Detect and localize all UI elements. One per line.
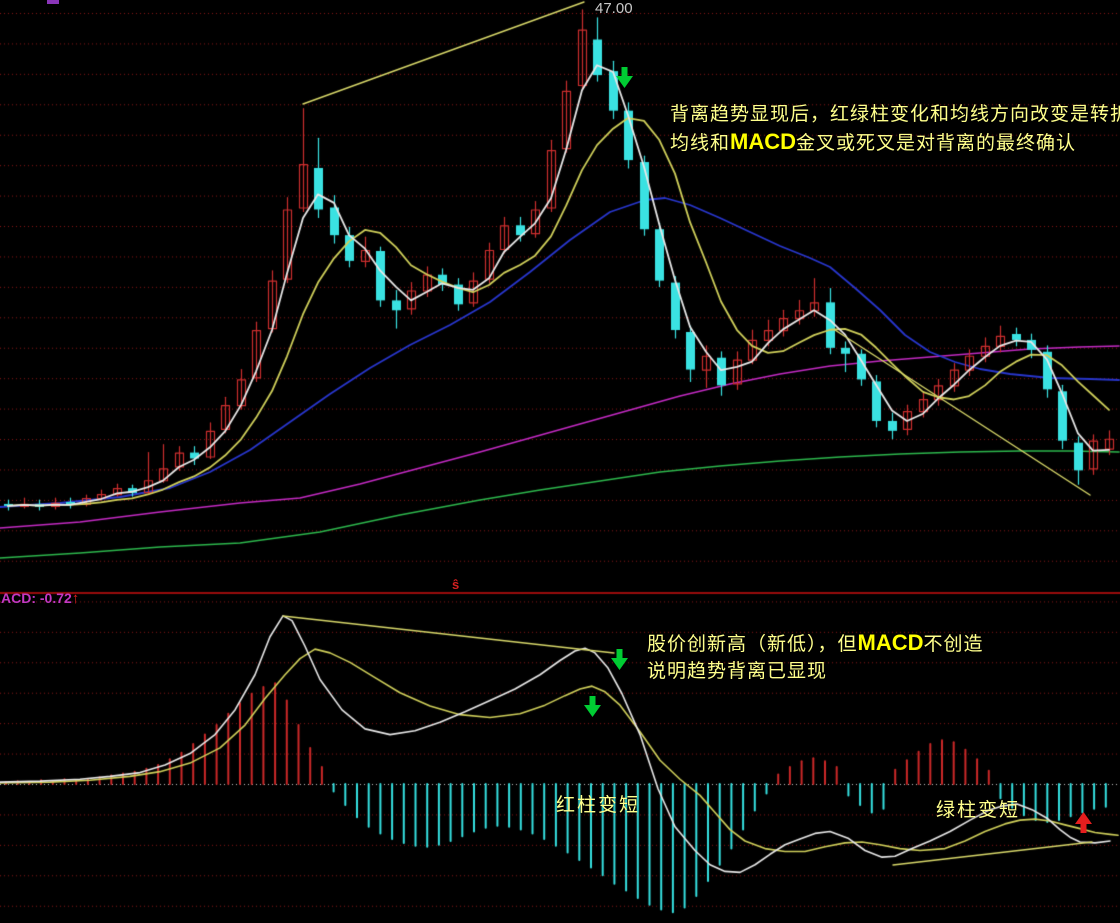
stock-chart-screen: 47.00 背离趋势显现后，红绿柱变化和均线方向改变是转折点 均线和MACD金叉… <box>0 0 1120 923</box>
annotation-line: 说明趋势背离已显现 <box>647 658 984 685</box>
annotation-text: 说明趋势背离已显现 <box>647 661 827 682</box>
top-cursor-marker <box>47 0 59 4</box>
macd-value-label: ACD: -0.72↑ <box>1 590 79 607</box>
macd-up-arrow-icon: ↑ <box>72 590 80 607</box>
annotation-text: 不创造 <box>924 634 984 655</box>
annotation-line: 均线和MACD金叉或死叉是对背离的最终确认 <box>670 128 1120 157</box>
annotation-line: 股价创新高（新低），但MACD不创造 <box>647 629 984 658</box>
annotation-text: 背离趋势显现后，红绿柱变化和均线方向改变是转折点 <box>670 104 1120 125</box>
label-red-bars-shorten: 红柱变短 <box>556 790 640 817</box>
macd-word: MACD <box>858 630 924 655</box>
annotation-line: 背离趋势显现后，红绿柱变化和均线方向改变是转折点 <box>670 101 1120 128</box>
annotation-macd-divergence-note: 股价创新高（新低），但MACD不创造 说明趋势背离已显现 <box>647 629 984 685</box>
up-arrow-icon <box>1075 812 1092 833</box>
annotation-text: 股价创新高（新低），但 <box>647 634 858 655</box>
label-green-bars-shorten: 绿柱变短 <box>936 795 1020 822</box>
down-arrow-icon <box>584 696 601 717</box>
peak-price-label: 47.00 <box>595 0 633 17</box>
down-arrow-icon <box>611 649 628 670</box>
annotation-text: 金叉或死叉是对背离的最终确认 <box>796 133 1076 154</box>
down-arrow-icon <box>616 67 633 88</box>
separator-marker: ŝ <box>452 577 459 592</box>
macd-value-text: ACD: -0.72 <box>1 590 72 606</box>
macd-word: MACD <box>730 129 796 154</box>
annotation-divergence-note: 背离趋势显现后，红绿柱变化和均线方向改变是转折点 均线和MACD金叉或死叉是对背… <box>670 101 1120 157</box>
annotation-text: 均线和 <box>670 133 730 154</box>
